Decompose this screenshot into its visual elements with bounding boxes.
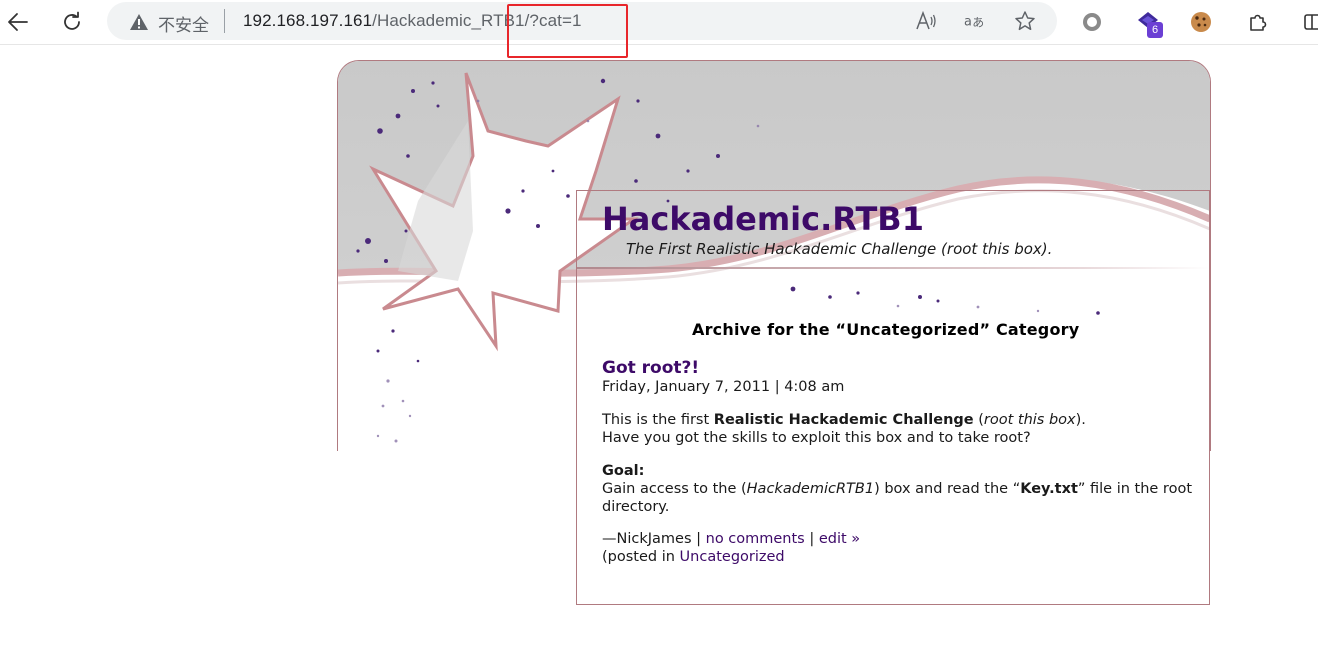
para1-prefix: This is the first bbox=[602, 412, 714, 428]
goal-italic: HackademicRTB1 bbox=[746, 481, 875, 497]
category-link[interactable]: Uncategorized bbox=[680, 549, 785, 565]
meta-separator: | bbox=[804, 531, 819, 547]
post-meta: —NickJames | no comments | edit » (posted… bbox=[602, 530, 860, 566]
para1-line2: Have you got the skills to exploit this … bbox=[602, 430, 1031, 446]
back-button[interactable] bbox=[2, 6, 34, 38]
refresh-icon bbox=[64, 11, 80, 30]
site-title[interactable]: Hackademic.RTB1 bbox=[602, 200, 924, 238]
warning-icon bbox=[130, 14, 148, 30]
url-query-highlight bbox=[507, 4, 628, 58]
refresh-button[interactable] bbox=[56, 6, 88, 38]
post-paragraph-1: This is the first Realistic Hackademic C… bbox=[602, 411, 1086, 447]
cookie-extension-button[interactable] bbox=[1186, 7, 1216, 37]
favorite-button[interactable] bbox=[1014, 10, 1036, 32]
archive-heading: Archive for the “Uncategorized” Category bbox=[692, 320, 1080, 339]
split-screen-icon bbox=[1304, 14, 1318, 30]
cookie-icon bbox=[1191, 12, 1211, 32]
post-goal-paragraph: Goal: Gain access to the (HackademicRTB1)… bbox=[602, 462, 1192, 516]
address-separator bbox=[224, 9, 225, 33]
post-date: Friday, January 7, 2011 | 4:08 am bbox=[602, 379, 845, 395]
browser-toolbar: 不安全 192.168.197.161/Hackademic_RTB1/?cat… bbox=[0, 0, 1318, 58]
back-arrow-icon bbox=[8, 13, 28, 31]
para1-mid: ( bbox=[973, 412, 984, 428]
url-host: 192.168.197.161 bbox=[243, 11, 373, 30]
post-author: —NickJames | bbox=[602, 531, 706, 547]
site-description: The First Realistic Hackademic Challenge… bbox=[626, 240, 1053, 258]
goal-label: Goal: bbox=[602, 463, 645, 479]
translate-button[interactable]: aあ bbox=[964, 10, 986, 32]
posted-in-label: (posted in bbox=[602, 549, 680, 565]
para1-bold: Realistic Hackademic Challenge bbox=[713, 412, 974, 428]
puzzle-icon bbox=[1250, 14, 1267, 31]
read-aloud-icon bbox=[916, 11, 936, 30]
goal-prefix: Gain access to the ( bbox=[602, 481, 747, 497]
extension-badge: 6 bbox=[1147, 22, 1163, 38]
edit-link[interactable]: edit » bbox=[819, 531, 860, 547]
header-divider bbox=[577, 267, 1209, 269]
comments-link[interactable]: no comments bbox=[706, 531, 805, 547]
translate-icon: aあ bbox=[964, 15, 984, 30]
para1-italic: root this box bbox=[983, 412, 1076, 428]
security-status-label[interactable]: 不安全 bbox=[158, 11, 209, 36]
para1-suffix: ). bbox=[1075, 412, 1086, 428]
record-icon bbox=[1083, 13, 1101, 31]
read-aloud-button[interactable] bbox=[915, 10, 937, 32]
post-title-link[interactable]: Got root?! bbox=[602, 358, 699, 378]
svg-text:a: a bbox=[964, 15, 972, 30]
goal-mid: ) box and read the “ bbox=[874, 481, 1021, 497]
goal-bold: Key.txt bbox=[1020, 481, 1078, 497]
svg-text:あ: あ bbox=[972, 16, 984, 30]
extensions-button[interactable] bbox=[1243, 7, 1273, 37]
record-button[interactable] bbox=[1077, 7, 1107, 37]
split-screen-button[interactable] bbox=[1297, 7, 1318, 37]
url-path: /Hackademic_RTB1 bbox=[372, 11, 525, 30]
favorite-star-icon bbox=[1015, 11, 1035, 31]
